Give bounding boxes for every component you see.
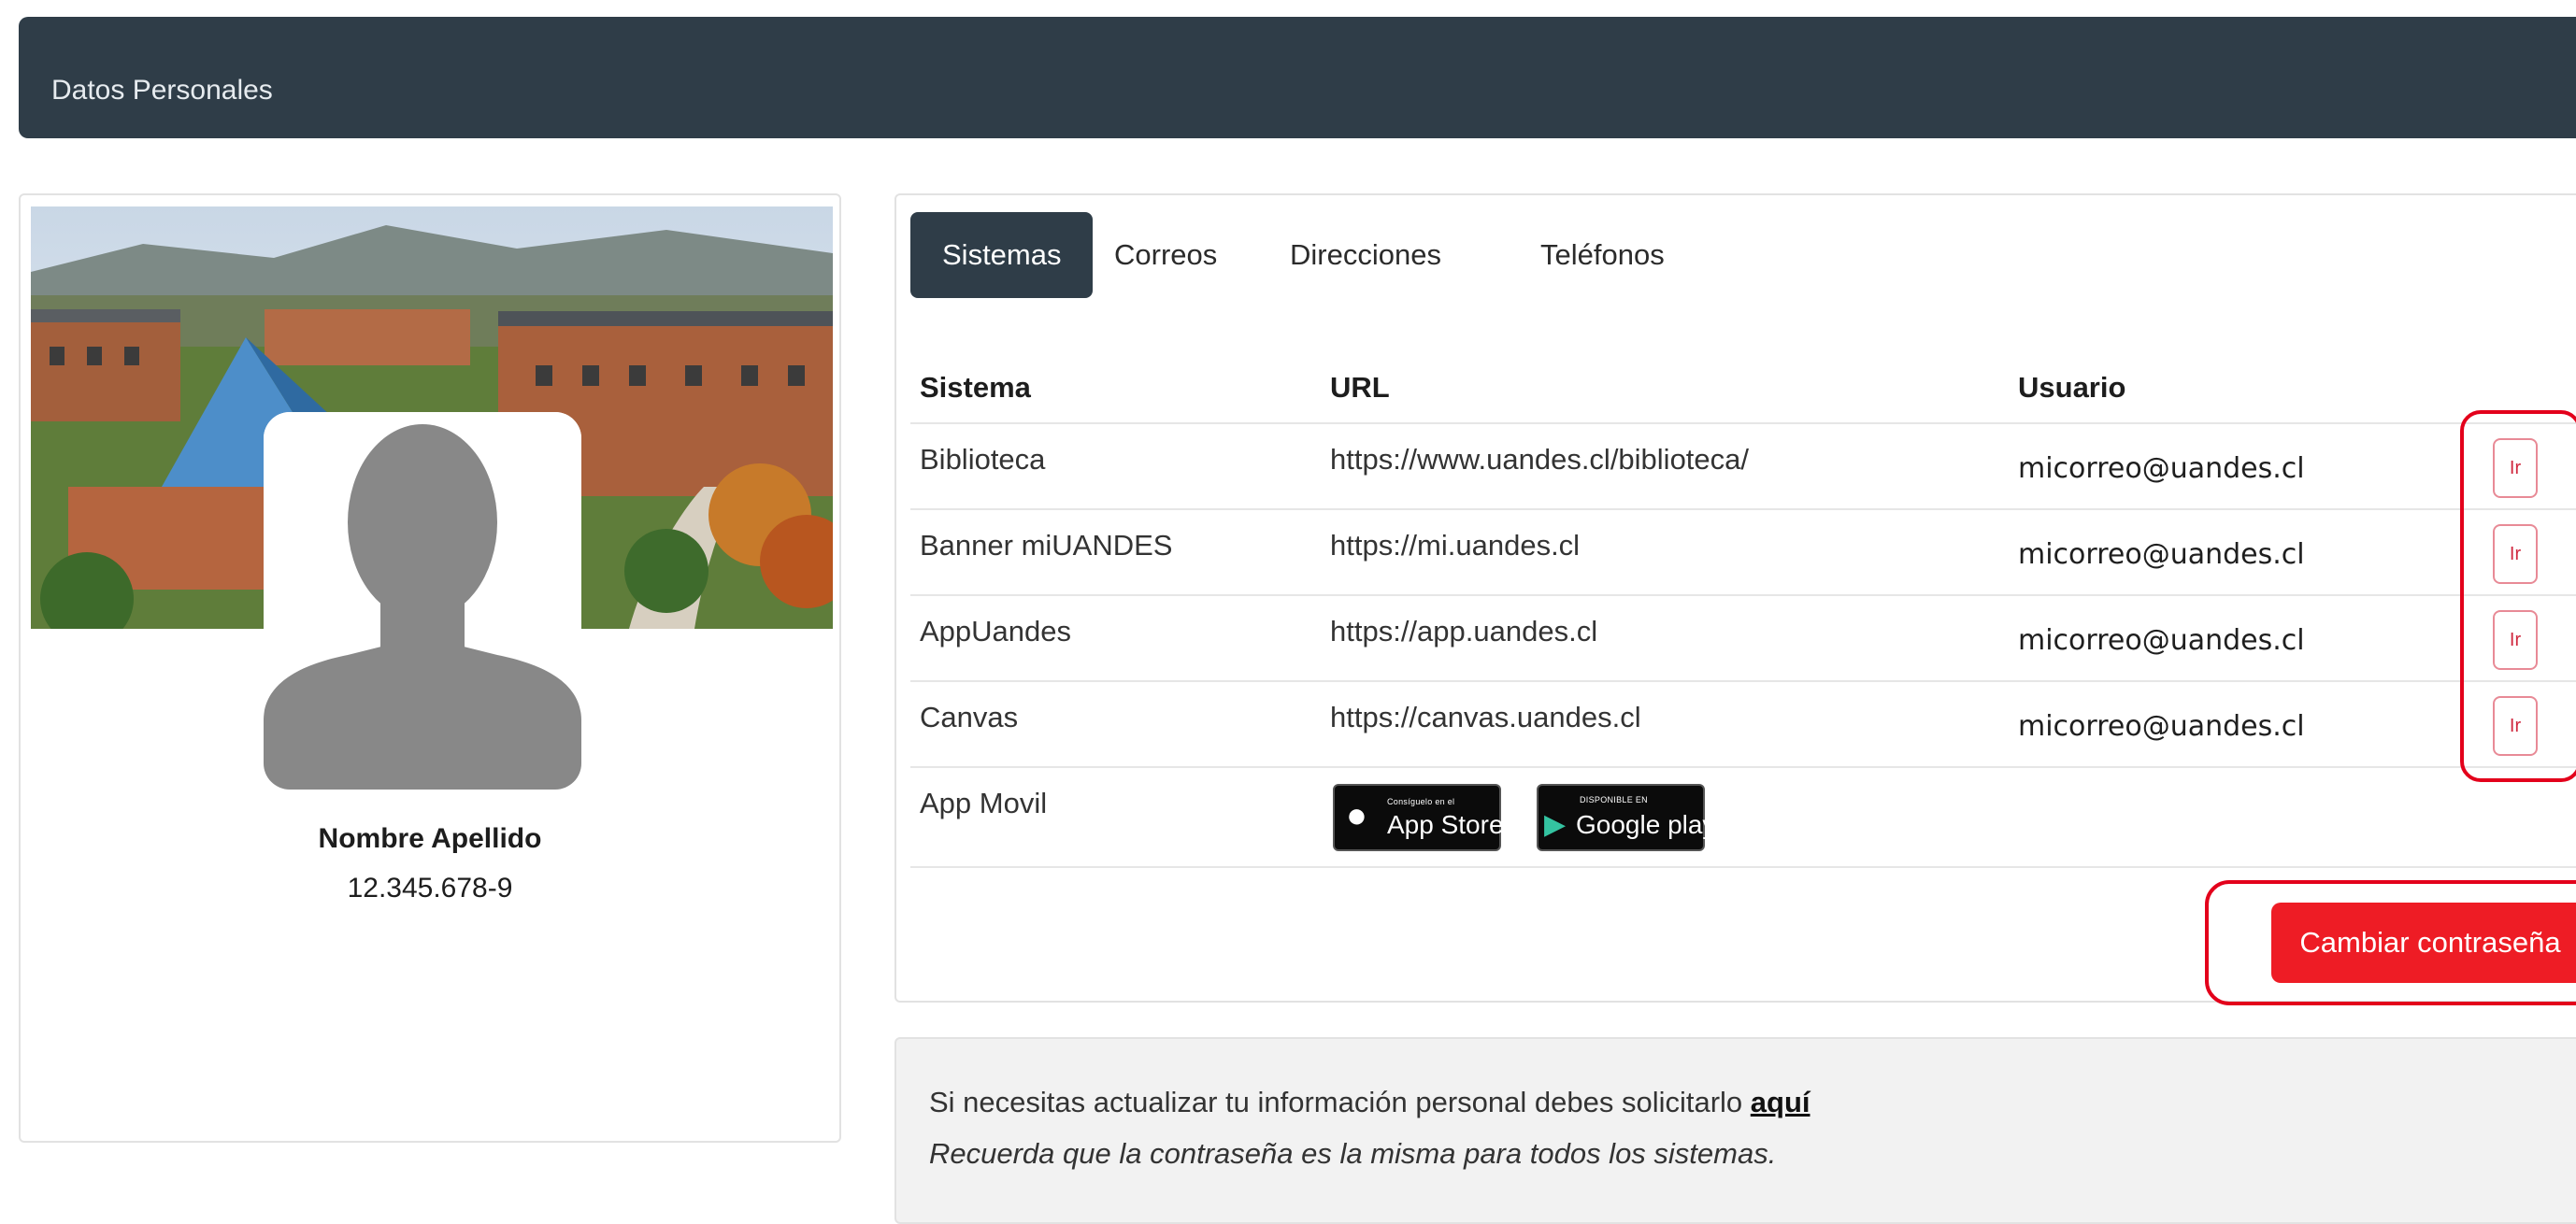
apple-icon: ● <box>1346 796 1367 835</box>
change-password-button[interactable]: Cambiar contraseña <box>2271 903 2576 983</box>
ir-button[interactable]: Ir <box>2493 438 2538 498</box>
play-icon: ▶ <box>1544 809 1567 840</box>
page-header: Datos Personales <box>19 17 2576 138</box>
profile-card: Nombre Apellido 12.345.678-9 <box>19 193 841 1143</box>
column-header-url: URL <box>1330 371 1390 404</box>
tab-correos[interactable]: Correos <box>1082 212 1249 298</box>
app-store-big-text: App Store <box>1387 810 1504 839</box>
info-message: Si necesitas actualizar tu información p… <box>929 1086 1810 1119</box>
ir-button[interactable]: Ir <box>2493 696 2538 756</box>
info-box: Si necesitas actualizar tu información p… <box>894 1037 2576 1224</box>
table-cell-user: micorreo@uandes.cl <box>2018 624 2305 657</box>
ir-button[interactable]: Ir <box>2493 524 2538 584</box>
table-cell-url[interactable]: https://app.uandes.cl <box>1330 615 1597 648</box>
tab-telefonos[interactable]: Teléfonos <box>1509 212 1696 298</box>
table-cell-user: micorreo@uandes.cl <box>2018 710 2305 743</box>
tab-direcciones[interactable]: Direcciones <box>1258 212 1473 298</box>
table-cell-url[interactable]: https://canvas.uandes.cl <box>1330 701 1641 734</box>
page-title: Datos Personales <box>51 75 273 106</box>
column-header-system: Sistema <box>920 371 1031 404</box>
request-update-link[interactable]: aquí <box>1751 1086 1810 1118</box>
avatar <box>264 412 581 790</box>
row-divider <box>910 594 2576 596</box>
google-play-small-text: DISPONIBLE EN <box>1580 795 1648 804</box>
table-cell-system: App Movil <box>920 787 1048 819</box>
profile-name: Nombre Apellido <box>318 823 542 854</box>
google-play-big-text: Google play <box>1576 810 1716 839</box>
row-divider <box>910 866 2576 868</box>
column-header-user: Usuario <box>2018 371 2126 404</box>
google-play-badge[interactable]: ▶ DISPONIBLE EN Google play <box>1537 784 1715 851</box>
row-divider <box>910 766 2576 768</box>
table-cell-system: AppUandes <box>920 615 1072 648</box>
app-store-badge[interactable]: ● Consíguelo en el App Store <box>1333 784 1504 851</box>
tab-sistemas[interactable]: Sistemas <box>910 212 1094 298</box>
systems-card: Sistemas Correos Direcciones Teléfonos S… <box>894 193 2576 1005</box>
row-divider <box>910 508 2576 510</box>
info-message-text: Si necesitas actualizar tu información p… <box>929 1086 1751 1118</box>
app-store-small-text: Consíguelo en el <box>1387 797 1455 806</box>
password-note: Recuerda que la contraseña es la misma p… <box>929 1137 1777 1170</box>
table-cell-user: micorreo@uandes.cl <box>2018 538 2305 571</box>
table-cell-url[interactable]: https://www.uandes.cl/biblioteca/ <box>1330 443 1749 477</box>
table-cell-system: Canvas <box>920 701 1019 733</box>
profile-id: 12.345.678-9 <box>347 873 513 904</box>
table-cell-url[interactable]: https://mi.uandes.cl <box>1330 529 1580 562</box>
row-divider <box>910 422 2576 424</box>
table-cell-system: Biblioteca <box>920 443 1046 476</box>
row-divider <box>910 680 2576 682</box>
ir-button[interactable]: Ir <box>2493 610 2538 670</box>
table-cell-system: Banner miUANDES <box>920 529 1173 562</box>
table-cell-user: micorreo@uandes.cl <box>2018 452 2305 485</box>
